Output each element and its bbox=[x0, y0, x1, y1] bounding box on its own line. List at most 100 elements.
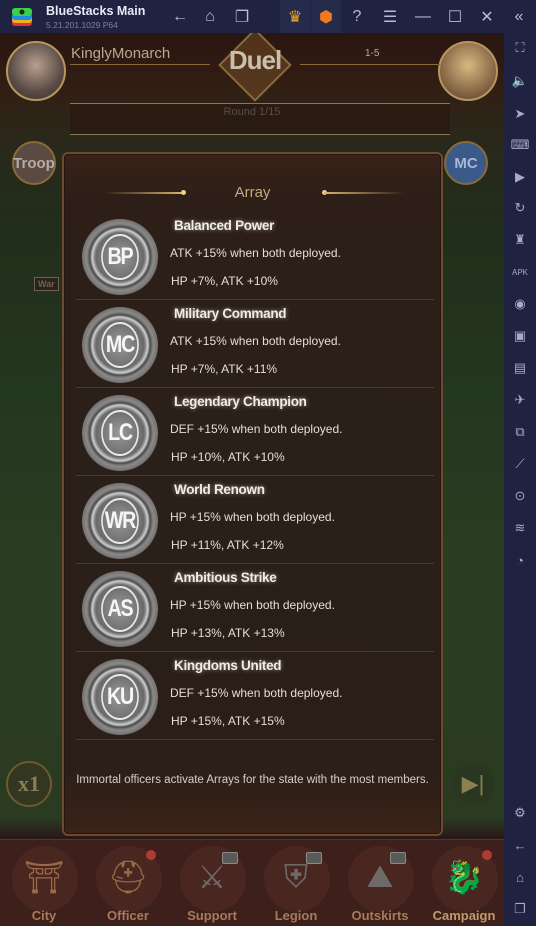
game-viewport[interactable]: KinglyMonarch Duel 1-5 Round 1/15 Troop … bbox=[0, 33, 504, 926]
array-stats: HP +7%, ATK +10% bbox=[171, 274, 278, 288]
shake-rotate-icon[interactable]: ⟋ bbox=[510, 454, 530, 474]
minimize-button[interactable]: — bbox=[408, 0, 438, 33]
array-stats: HP +10%, ATK +10% bbox=[171, 450, 285, 464]
array-abbr: LC bbox=[101, 410, 139, 456]
mc-badge[interactable]: MC bbox=[444, 141, 488, 185]
app-title: BlueStacks Main bbox=[46, 4, 146, 18]
array-stats: HP +13%, ATK +13% bbox=[171, 626, 285, 640]
array-name: Legendary Champion bbox=[174, 394, 307, 409]
recent-apps-icon[interactable]: ❐ bbox=[510, 899, 530, 919]
close-button[interactable]: ✕ bbox=[472, 0, 502, 33]
apk-install-icon[interactable]: APK bbox=[510, 262, 530, 282]
array-emblem-icon: KU bbox=[82, 659, 158, 735]
crown-button[interactable]: ♛ bbox=[280, 0, 310, 33]
close-icon: ✕ bbox=[480, 8, 494, 26]
crown-icon: ♛ bbox=[287, 8, 303, 26]
settings-icon[interactable]: ⚙ bbox=[510, 803, 530, 823]
app-version: 5.21.201.1029 P64 bbox=[46, 20, 118, 30]
array-abbr: WR bbox=[101, 498, 139, 544]
media-folder-icon[interactable]: ▤ bbox=[510, 358, 530, 378]
array-name: Ambitious Strike bbox=[174, 570, 277, 585]
nav-outskirts[interactable]: ⛰ Outskirts bbox=[340, 844, 420, 926]
fullscreen-icon[interactable]: ⛶ bbox=[510, 38, 530, 58]
rotate-sync-icon[interactable]: ↻ bbox=[510, 198, 530, 218]
multi-instance-icon: ❐ bbox=[234, 8, 250, 26]
array-description: ATK +15% when both deployed. bbox=[170, 334, 341, 348]
array-stats: HP +15%, ATK +15% bbox=[171, 714, 285, 728]
array-abbr: AS bbox=[101, 586, 139, 632]
stage-label: 1-5 bbox=[365, 48, 380, 59]
layers-icon[interactable]: ≋ bbox=[510, 518, 530, 538]
keyboard-icon[interactable]: ⌨ bbox=[510, 135, 530, 155]
array-name: Kingdoms United bbox=[174, 658, 282, 673]
legion-icon: ⛨ bbox=[283, 858, 308, 894]
collapse-sidebar-button[interactable]: « bbox=[504, 0, 534, 33]
array-row: MC Military Command ATK +15% when both d… bbox=[76, 300, 434, 388]
screenshot-icon[interactable]: ◉ bbox=[510, 294, 530, 314]
hex-badge-button[interactable]: ⬢ bbox=[311, 0, 341, 33]
nav-legion[interactable]: ⛨ Legion bbox=[256, 844, 336, 926]
maximize-button[interactable]: ☐ bbox=[440, 0, 470, 33]
title-bar: BlueStacks Main 5.21.201.1029 P64 ← ⌂ ❐ ♛ ⬢?… bbox=[0, 0, 536, 33]
home-button[interactable]: ⌂ bbox=[195, 0, 225, 33]
array-description: HP +15% when both deployed. bbox=[170, 598, 335, 612]
troop-badge[interactable]: Troop bbox=[12, 141, 56, 185]
array-emblem-icon: AS bbox=[82, 571, 158, 647]
nav-label: Outskirts bbox=[351, 908, 409, 923]
player-avatar[interactable] bbox=[6, 41, 66, 101]
menu-button[interactable]: ☰ bbox=[375, 0, 405, 33]
support-icon: ⚔ bbox=[197, 859, 227, 895]
multi-window-icon[interactable]: ⧉ bbox=[510, 422, 530, 442]
macro-play-icon[interactable]: ▶ bbox=[510, 167, 530, 187]
minimize-icon: — bbox=[415, 7, 431, 25]
nav-officer[interactable]: ⛑ Officer bbox=[88, 844, 168, 926]
array-description: ATK +15% when both deployed. bbox=[170, 246, 341, 260]
nav-support[interactable]: ⚔ Support bbox=[172, 844, 252, 926]
location-icon[interactable]: ⊙ bbox=[510, 486, 530, 506]
record-screen-icon[interactable]: ▣ bbox=[510, 326, 530, 346]
array-name: World Renown bbox=[174, 482, 265, 497]
array-name: Balanced Power bbox=[174, 218, 275, 233]
nav-label: Campaign bbox=[432, 908, 496, 923]
war-tag: War bbox=[34, 277, 59, 291]
nav-label: Legion bbox=[274, 908, 318, 923]
array-row: KU Kingdoms United DEF +15% when both de… bbox=[76, 652, 434, 740]
nav-label: City bbox=[31, 908, 57, 923]
speed-toggle-button[interactable]: x1 bbox=[6, 761, 52, 807]
airplane-mode-icon[interactable]: ✈ bbox=[510, 390, 530, 410]
array-emblem-icon: BP bbox=[82, 219, 158, 295]
home-icon: ⌂ bbox=[205, 7, 215, 25]
campaign-icon: 🐉 bbox=[444, 859, 484, 895]
bottom-nav: ⛩ City ⛑ Officer ⚔ Support ⛨ Legion ⛰ Ou… bbox=[0, 839, 504, 926]
nav-label: Officer bbox=[107, 908, 149, 923]
nav-label: Support bbox=[187, 908, 237, 923]
back-button[interactable]: ← bbox=[165, 0, 195, 33]
nav-city[interactable]: ⛩ City bbox=[4, 844, 84, 926]
mute-icon[interactable]: 🔈 bbox=[510, 71, 530, 91]
array-description: DEF +15% when both deployed. bbox=[170, 686, 343, 700]
array-name: Military Command bbox=[174, 306, 287, 321]
help-icon: ? bbox=[352, 7, 362, 25]
city-icon: ⛩ bbox=[23, 859, 65, 895]
skip-button[interactable]: ▶| bbox=[452, 763, 494, 805]
nav-campaign[interactable]: 🐉 Campaign bbox=[424, 844, 504, 926]
lock-icon bbox=[222, 852, 238, 864]
gamepad-controls-icon[interactable]: ♜ bbox=[510, 230, 530, 250]
array-row: LC Legendary Champion DEF +15% when both… bbox=[76, 388, 434, 476]
maximize-icon: ☐ bbox=[447, 8, 463, 26]
array-modal: Array BP Balanced Power ATK +15% when bo… bbox=[62, 152, 443, 836]
array-row: BP Balanced Power ATK +15% when both dep… bbox=[76, 212, 434, 300]
array-emblem-icon: WR bbox=[82, 483, 158, 559]
pointer-icon[interactable]: ➤ bbox=[510, 104, 530, 124]
home-nav-icon[interactable]: ⌂ bbox=[510, 867, 530, 887]
array-row: WR World Renown HP +15% when both deploy… bbox=[76, 476, 434, 564]
performance-gauge-icon[interactable]: ◔ bbox=[510, 550, 530, 570]
notification-dot bbox=[482, 850, 492, 860]
array-description: DEF +15% when both deployed. bbox=[170, 422, 343, 436]
array-emblem-icon: MC bbox=[82, 307, 158, 383]
array-stats: HP +11%, ATK +12% bbox=[171, 538, 284, 552]
help-button[interactable]: ? bbox=[342, 0, 372, 33]
back-nav-icon[interactable]: ← bbox=[510, 835, 530, 855]
multi-instance-button[interactable]: ❐ bbox=[227, 0, 257, 33]
opponent-avatar[interactable] bbox=[438, 41, 498, 101]
